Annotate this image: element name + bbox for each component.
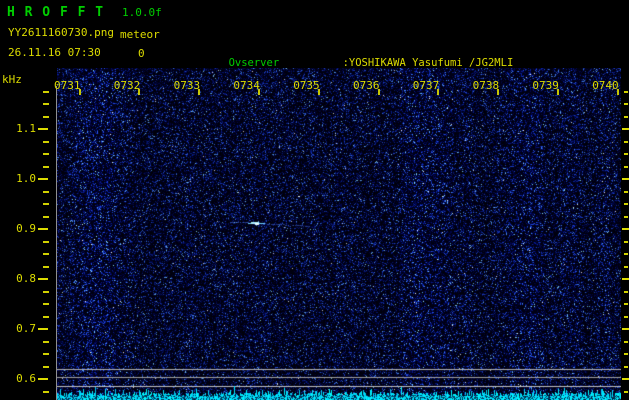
meteor-count-label: meteor (120, 28, 160, 41)
freq-minor-tick-right (624, 90, 628, 93)
freq-minor-tick-right (624, 103, 628, 105)
freq-minor-tick (43, 103, 49, 105)
frequency-unit-label: kHz (2, 73, 22, 86)
freq-minor-tick (43, 203, 49, 205)
freq-minor-tick-right (624, 215, 628, 218)
freq-minor-tick-right (624, 203, 628, 205)
hrofft-window: H R O F F T 1.0.0f YY2611160730.png mete… (0, 0, 629, 400)
freq-minor-tick-right (624, 253, 628, 255)
spectrogram-canvas (57, 68, 621, 400)
freq-minor-tick-right (624, 190, 628, 193)
freq-minor-tick-right (624, 115, 628, 118)
time-tick-label: 0735 (293, 79, 320, 92)
freq-minor-tick (43, 165, 49, 168)
spectrogram-plot: kHz 1.1 1.0 0.9 0.8 0.7 0.6 0731 0732 0733 0734 07… (0, 68, 629, 400)
freq-minor-tick-right (624, 303, 628, 305)
time-tick-label: 0739 (532, 79, 559, 92)
time-tick-label: 0732 (113, 79, 141, 92)
time-tick (497, 89, 500, 95)
freq-minor-tick (43, 215, 49, 218)
freq-minor-tick (43, 303, 49, 305)
freq-major-tick (38, 378, 48, 380)
freq-minor-tick-right (624, 140, 628, 143)
freq-major-tick-right (622, 128, 629, 130)
freq-tick-label: 0.7 (16, 322, 36, 335)
freq-minor-tick-right (624, 353, 628, 355)
time-tick-label: 0740 (592, 79, 619, 92)
freq-minor-tick-right (624, 165, 628, 168)
capture-filename: YY2611160730.png (8, 26, 114, 39)
time-tick (78, 89, 81, 95)
freq-minor-tick (43, 190, 49, 193)
freq-major-tick (38, 128, 48, 130)
freq-minor-tick-right (624, 265, 628, 268)
time-tick (556, 89, 559, 95)
time-tick-label: 0737 (412, 79, 440, 92)
freq-tick-label: 1.1 (16, 122, 36, 135)
freq-major-tick-right (622, 328, 629, 330)
freq-minor-tick (43, 340, 49, 343)
freq-major-tick-right (622, 178, 629, 180)
freq-minor-tick (43, 90, 49, 93)
freq-minor-tick (43, 353, 49, 355)
freq-major-tick (38, 178, 48, 180)
freq-minor-tick-right (624, 365, 628, 368)
freq-minor-tick (43, 240, 49, 243)
freq-tick-label: 0.8 (16, 272, 36, 285)
freq-minor-tick (43, 390, 49, 393)
freq-major-tick-right (622, 278, 629, 280)
meteor-count-value: 0 (138, 47, 145, 60)
freq-major-tick-right (622, 378, 629, 380)
freq-minor-tick-right (624, 240, 628, 243)
time-tick (317, 89, 320, 95)
frequency-axis-line (56, 86, 57, 400)
freq-major-tick (38, 328, 48, 330)
freq-tick-label: 0.6 (16, 372, 36, 385)
time-tick-label: 0733 (173, 79, 201, 92)
freq-minor-tick-right (624, 340, 628, 343)
freq-minor-tick-right (624, 153, 628, 155)
time-tick-label: 0734 (233, 79, 260, 92)
freq-minor-tick (43, 265, 49, 268)
capture-datetime: 26.11.16 07:30 (8, 46, 101, 59)
freq-minor-tick-right (624, 315, 628, 318)
freq-minor-tick (43, 115, 49, 118)
freq-minor-tick (43, 153, 49, 155)
freq-major-tick-right (622, 228, 629, 230)
freq-minor-tick (43, 140, 49, 143)
time-tick (257, 89, 260, 95)
time-tick (377, 89, 380, 95)
freq-major-tick (38, 228, 48, 230)
freq-minor-tick-right (624, 290, 628, 293)
freq-minor-tick (43, 365, 49, 368)
time-tick (616, 89, 619, 95)
time-tick (198, 89, 201, 95)
freq-minor-tick (43, 290, 49, 293)
app-version: 1.0.0f (122, 6, 162, 19)
freq-tick-label: 0.9 (16, 222, 36, 235)
time-tick (437, 89, 440, 95)
time-tick-label: 0738 (472, 79, 500, 92)
time-tick (138, 89, 141, 95)
info-row-observer: Ovserver:YOSHIKAWA Yasufumi /JG2MLI (178, 45, 614, 69)
freq-tick-label: 1.0 (16, 172, 36, 185)
time-tick-label: 0731 (54, 79, 81, 92)
time-tick-label: 0736 (353, 79, 380, 92)
freq-minor-tick (43, 253, 49, 255)
freq-minor-tick-right (624, 390, 628, 393)
freq-minor-tick (43, 315, 49, 318)
freq-major-tick (38, 278, 48, 280)
app-title: H R O F F T (7, 5, 105, 20)
